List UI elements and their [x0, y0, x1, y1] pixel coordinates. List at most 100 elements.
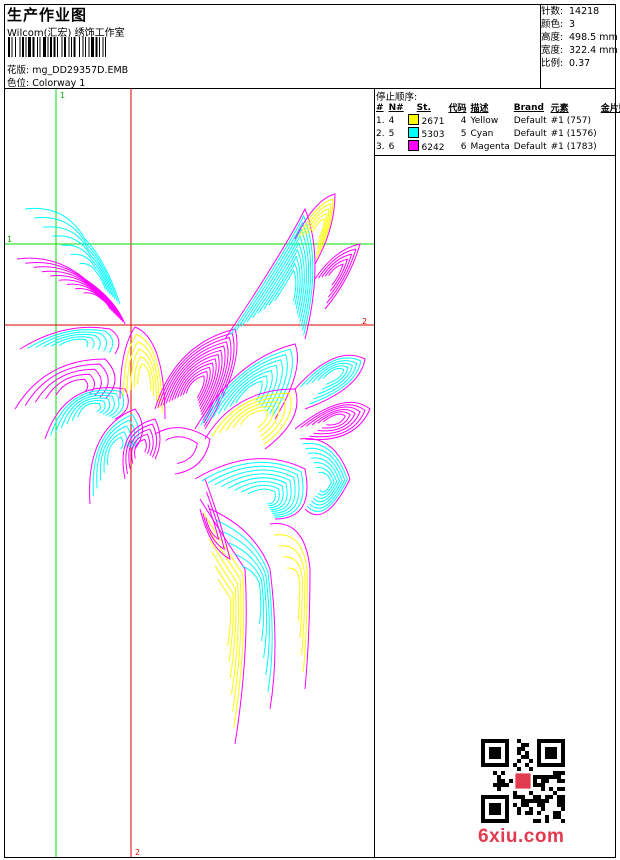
qr-module: [525, 755, 529, 759]
row-element: #1 (1783): [550, 141, 597, 152]
height-label: 高度:: [541, 32, 564, 43]
petal-top-yellow: [312, 218, 325, 240]
qr-module: [517, 767, 521, 771]
petal-right-yellow: [239, 409, 268, 429]
barcode-bar: [15, 37, 16, 57]
qr-module: [529, 811, 533, 815]
center-ring: [154, 427, 211, 475]
petal-left-lower: [35, 331, 108, 352]
qr-module: [513, 803, 517, 807]
row-num: 6: [460, 141, 467, 152]
qr-module: [521, 803, 525, 807]
qr-logo: [515, 773, 531, 789]
qr-module: [541, 803, 545, 807]
drop-mid-cyan: [241, 565, 262, 625]
qr-module: [561, 779, 565, 783]
width-label: 宽度:: [541, 45, 564, 56]
qr-module: [557, 775, 561, 779]
stop-sequence-table: # N# St. 代码 描述 Brand 元素 金片数 1.4 26714Yel…: [375, 101, 620, 154]
qr-module: [549, 775, 553, 779]
barcode-bar: [79, 37, 80, 57]
row-sequins: [600, 140, 620, 153]
petal-lower-cyan: [247, 488, 276, 505]
barcode: [8, 37, 106, 57]
qr-module: [541, 783, 545, 787]
barcode-bar: [11, 37, 13, 57]
qr-module: [501, 771, 505, 775]
barcode-bar: [64, 37, 66, 57]
qr-module: [521, 743, 525, 747]
qr-module: [553, 811, 557, 815]
petal-lower-cyan: [221, 473, 292, 512]
qr-module: [549, 795, 553, 799]
row-needle: 6: [388, 141, 395, 152]
qr-module: [533, 775, 537, 779]
qr-module: [541, 799, 545, 803]
row-description: Yellow: [470, 115, 499, 126]
qr-module: [525, 799, 529, 803]
color-swatch: [407, 114, 419, 125]
qr-module: [545, 815, 549, 819]
qr-module: [513, 795, 517, 799]
color-code: 6242: [421, 143, 445, 153]
qr-module: [505, 783, 509, 787]
qr-module: [533, 783, 537, 787]
col-needle: N#: [388, 102, 404, 113]
row-index: 1.: [376, 115, 385, 126]
qr-module: [533, 819, 537, 823]
row-element: #1 (757): [550, 115, 591, 126]
qr-module: [501, 779, 505, 783]
petal-left-mid: [55, 378, 89, 396]
design-stats: 针数: 14218 颜色: 3 高度: 498.5 mm 宽度: 322.4 mm 比例…: [541, 5, 618, 70]
color-row: 1. 4 2671 4 Yellow Default #1 (757): [375, 114, 620, 127]
qr-module: [493, 783, 497, 787]
petal-center-yellow: [137, 363, 152, 391]
drop-long-yellow: [208, 538, 240, 695]
barcode-bar: [68, 37, 70, 57]
petal-right-lower: [318, 471, 332, 493]
row-index: 3.: [376, 141, 385, 152]
qr-module: [545, 779, 549, 783]
qr-module: [553, 791, 557, 795]
qr-module: [553, 815, 557, 819]
petal-lower-cyan: [241, 484, 280, 507]
barcode-bar: [39, 37, 41, 57]
barcode-bar: [82, 37, 84, 57]
qr-module: [553, 775, 557, 779]
barcode-bar: [99, 37, 100, 57]
qr-module: [545, 795, 549, 799]
col-stitch: St.: [416, 102, 431, 113]
qr-module: [497, 787, 501, 791]
row-sequins: [600, 127, 620, 140]
qr-module: [509, 779, 513, 783]
color-row: 2. 5 5303 5 Cyan Default #1 (1576): [375, 127, 620, 140]
qr-module: [517, 739, 521, 743]
barcode-bar: [73, 37, 76, 57]
barcode-bar: [88, 37, 90, 57]
row-num: 5: [460, 128, 467, 139]
qr-module: [561, 787, 565, 791]
petal-right-mid: [322, 413, 346, 426]
qr-module: [525, 811, 529, 815]
row-brand: Default: [513, 115, 547, 126]
row-element: #1 (1576): [550, 128, 597, 139]
qr-module: [517, 751, 521, 755]
row-code: 5303: [407, 127, 448, 140]
qr-module: [557, 803, 561, 807]
page-title: 生产作业图: [7, 6, 88, 24]
petal-upper-left-1: [24, 207, 121, 305]
color-swatch: [407, 140, 419, 151]
col-description: 描述: [470, 104, 489, 114]
panel-divider: [374, 88, 375, 858]
color-swatch: [407, 127, 419, 138]
qr-module: [517, 811, 521, 815]
colorway-label: 色位:: [7, 78, 30, 89]
qr-module: [537, 819, 541, 823]
qr-module: [525, 803, 529, 807]
barcode-bar: [43, 37, 46, 57]
row-needle: 4: [388, 115, 395, 126]
colors-label: 颜色:: [541, 19, 564, 30]
qr-module: [545, 799, 549, 803]
barcode-bar: [8, 37, 10, 57]
row-description: Magenta: [470, 141, 510, 152]
